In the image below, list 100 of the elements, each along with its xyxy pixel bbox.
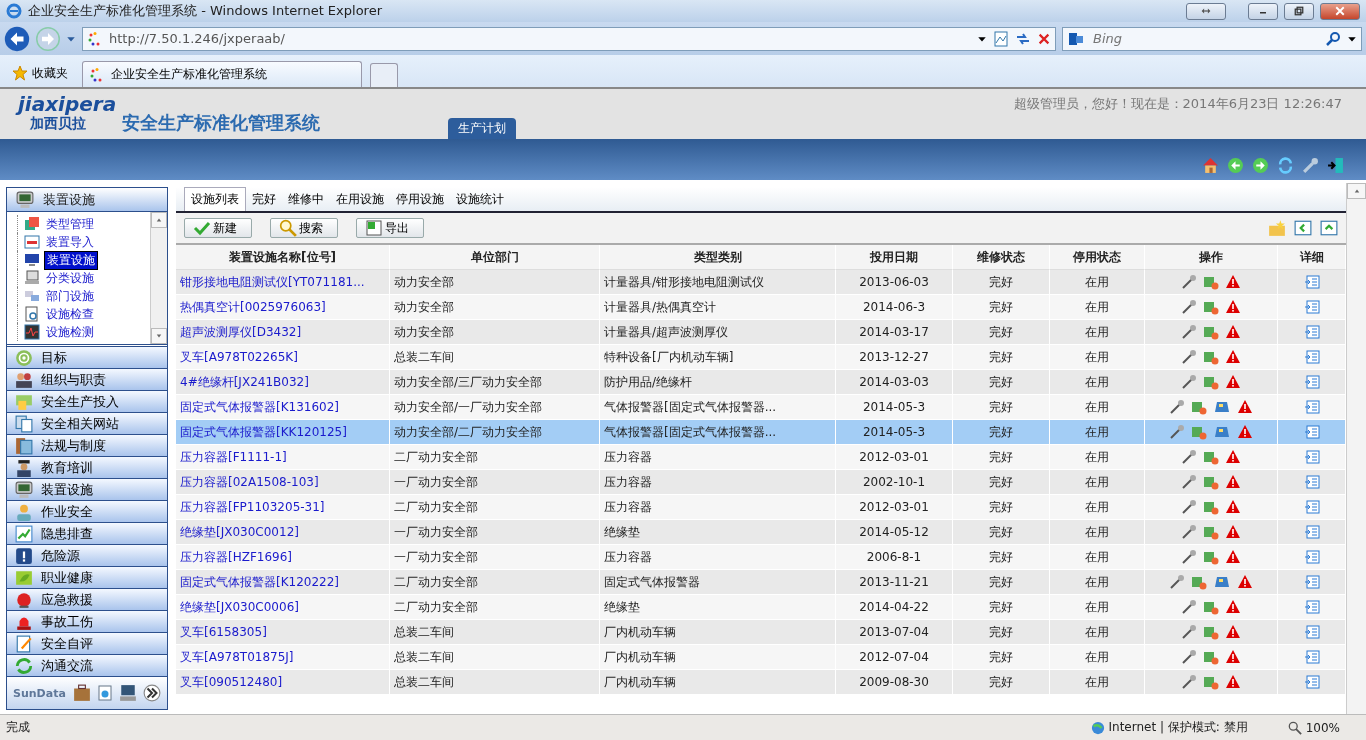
table-row[interactable]: 压力容器[HZF1696]: [176, 545, 390, 570]
table-row[interactable]: 4#绝缘杆[JX241B032]: [176, 370, 390, 395]
device-link[interactable]: 4#绝缘杆[JX241B032]: [180, 373, 309, 391]
nav-item[interactable]: 装置设施: [7, 479, 167, 501]
warning-icon[interactable]: [1225, 474, 1241, 490]
restore-button[interactable]: [1284, 2, 1314, 20]
submenu-item[interactable]: 装置设施: [44, 250, 98, 270]
puzzle-icon[interactable]: [1203, 624, 1219, 640]
table-row[interactable]: 绝缘垫[JX030C0006]: [176, 595, 390, 620]
zoom-level[interactable]: 100%: [1305, 720, 1340, 735]
new-tab-button[interactable]: [370, 63, 398, 87]
new-button[interactable]: 新建: [184, 218, 252, 238]
warning-icon[interactable]: [1225, 624, 1241, 640]
content-tab[interactable]: 设施统计: [450, 188, 510, 211]
detail-icon[interactable]: [1302, 649, 1321, 665]
detail-icon[interactable]: [1302, 424, 1321, 440]
device-link[interactable]: 固定式气体报警器[K131602]: [180, 398, 340, 416]
puzzle-icon[interactable]: [1203, 549, 1219, 565]
nav-item[interactable]: 作业安全: [7, 501, 167, 523]
warning-icon[interactable]: [1225, 599, 1241, 615]
content-tab[interactable]: 在用设施: [330, 188, 390, 211]
submenu-item[interactable]: 分类设施: [44, 269, 96, 287]
table-row[interactable]: 叉车[090512480]: [176, 670, 390, 695]
detail-icon[interactable]: [1302, 599, 1321, 615]
submenu-item[interactable]: 装置导入: [44, 233, 96, 251]
double-chevron-icon[interactable]: [143, 684, 161, 702]
nav-item[interactable]: 组织与职责: [7, 369, 167, 391]
nav-item[interactable]: 安全自评: [7, 633, 167, 655]
device-link[interactable]: 绝缘垫[JX030C0006]: [180, 598, 299, 616]
computer-icon[interactable]: [119, 684, 137, 702]
detail-icon[interactable]: [1302, 299, 1321, 315]
submenu-item[interactable]: 设施检测: [44, 323, 96, 341]
puzzle-icon[interactable]: [1203, 649, 1219, 665]
scroll-up-button[interactable]: [151, 212, 167, 228]
device-link[interactable]: 热偶真空计[0025976063]: [180, 298, 326, 316]
table-row[interactable]: 压力容器[F1111-1]: [176, 445, 390, 470]
device-link[interactable]: 叉车[090512480]: [180, 673, 283, 691]
device-link[interactable]: 叉车[A978T01875J]: [180, 648, 294, 666]
submenu-item[interactable]: 部门设施: [44, 287, 96, 305]
detail-icon[interactable]: [1302, 374, 1321, 390]
scroll-down-button[interactable]: [151, 328, 167, 344]
device-link[interactable]: 固定式气体报警器[K120222]: [180, 573, 340, 591]
puzzle-icon[interactable]: [1203, 449, 1219, 465]
table-row[interactable]: 固定式气体报警器[K120222]: [176, 570, 390, 595]
nav-item[interactable]: 教育培训: [7, 457, 167, 479]
nav-item[interactable]: 应急救援: [7, 589, 167, 611]
wrench-icon[interactable]: [1181, 324, 1197, 340]
close-button[interactable]: [1320, 2, 1360, 20]
wrench-icon[interactable]: [1181, 299, 1197, 315]
warning-icon[interactable]: [1225, 299, 1241, 315]
minimize-button[interactable]: [1248, 2, 1278, 20]
wrench-icon[interactable]: [1181, 624, 1197, 640]
wrench-icon[interactable]: [1169, 574, 1185, 590]
table-row[interactable]: 热偶真空计[0025976063]: [176, 295, 390, 320]
device-link[interactable]: 压力容器[02A1508-103]: [180, 473, 319, 491]
puzzle-icon[interactable]: [1203, 349, 1219, 365]
warning-icon[interactable]: [1225, 524, 1241, 540]
briefcase-icon[interactable]: [73, 684, 91, 702]
wrench-icon[interactable]: [1169, 424, 1185, 440]
table-row[interactable]: 叉车[A978T02265K]: [176, 345, 390, 370]
device-link[interactable]: 超声波测厚仪[D3432]: [180, 323, 302, 341]
content-tab[interactable]: 停用设施: [390, 188, 450, 211]
wrench-icon[interactable]: [1181, 449, 1197, 465]
wrench-icon[interactable]: [1302, 157, 1319, 174]
warning-icon[interactable]: [1237, 399, 1253, 415]
puzzle-icon[interactable]: [1191, 399, 1207, 415]
detail-icon[interactable]: [1302, 399, 1321, 415]
scrollbar[interactable]: [150, 212, 167, 344]
nav-item[interactable]: 安全相关网站: [7, 413, 167, 435]
content-tab[interactable]: 完好: [246, 188, 282, 211]
warning-icon[interactable]: [1225, 274, 1241, 290]
submenu-item[interactable]: 类型管理: [44, 215, 96, 233]
wrench-icon[interactable]: [1181, 499, 1197, 515]
warning-icon[interactable]: [1225, 499, 1241, 515]
nav-item[interactable]: 沟通交流: [7, 655, 167, 677]
wrench-icon[interactable]: [1181, 524, 1197, 540]
device-link[interactable]: 压力容器[F1111-1]: [180, 448, 287, 466]
wrench-icon[interactable]: [1181, 349, 1197, 365]
device-link[interactable]: 叉车[A978T02265K]: [180, 348, 298, 366]
export-button[interactable]: 导出: [356, 218, 424, 238]
table-row[interactable]: 叉车[6158305]: [176, 620, 390, 645]
wrench-icon[interactable]: [1181, 474, 1197, 490]
map-icon[interactable]: [1213, 424, 1231, 440]
table-row[interactable]: 压力容器[02A1508-103]: [176, 470, 390, 495]
puzzle-icon[interactable]: [1203, 524, 1219, 540]
address-field[interactable]: http://7.50.1.246/jxperaab/: [82, 26, 1056, 51]
nav-item[interactable]: 职业健康: [7, 567, 167, 589]
forward-icon[interactable]: [1252, 157, 1269, 174]
upload-icon[interactable]: [1320, 219, 1338, 237]
detail-icon[interactable]: [1302, 524, 1321, 540]
nav-item[interactable]: 隐患排查: [7, 523, 167, 545]
submenu-item[interactable]: 设施检查: [44, 305, 96, 323]
puzzle-icon[interactable]: [1203, 599, 1219, 615]
puzzle-icon[interactable]: [1203, 299, 1219, 315]
detail-icon[interactable]: [1302, 574, 1321, 590]
table-row[interactable]: 压力容器[FP1103205-31]: [176, 495, 390, 520]
puzzle-icon[interactable]: [1191, 574, 1207, 590]
warning-icon[interactable]: [1225, 674, 1241, 690]
puzzle-icon[interactable]: [1191, 424, 1207, 440]
puzzle-icon[interactable]: [1203, 274, 1219, 290]
